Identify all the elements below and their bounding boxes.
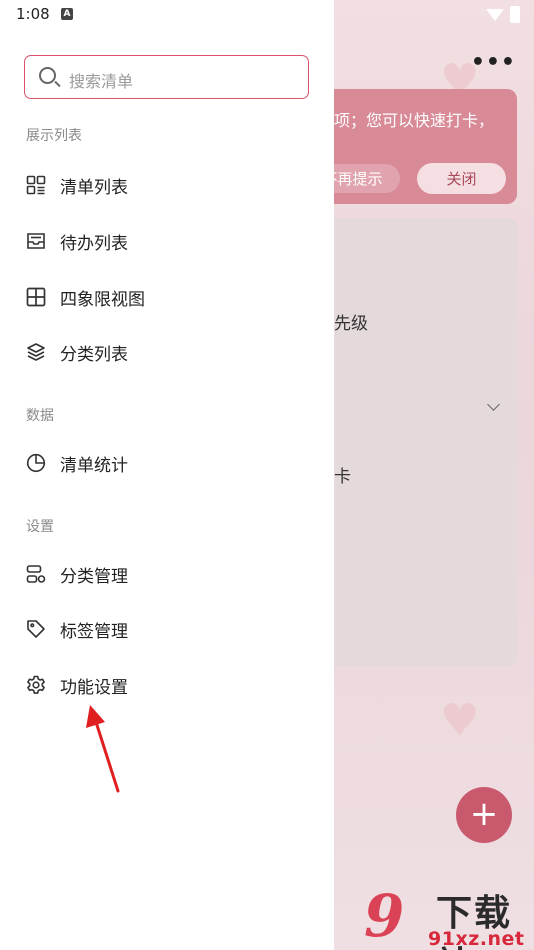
section-title-settings: 设置 <box>26 519 54 535</box>
menu-item-list[interactable]: 清单列表 <box>0 160 334 210</box>
section-title-display: 展示列表 <box>26 128 82 144</box>
more-icon[interactable]: ••• <box>471 50 516 75</box>
menu-item-label: 待办列表 <box>60 233 128 254</box>
menu-item-label: 标签管理 <box>60 621 128 642</box>
pie-chart-icon <box>26 453 46 473</box>
menu-item-tag-manage[interactable]: 标签管理 <box>0 604 334 654</box>
status-time: 1:08 <box>16 5 50 23</box>
watermark-logo: 9 <box>364 882 405 950</box>
menu-item-statistics[interactable]: 清单统计 <box>0 438 334 488</box>
menu-item-category[interactable]: 分类列表 <box>0 327 334 377</box>
menu-item-todo[interactable]: 待办列表 <box>0 216 334 266</box>
heart-decoration: ♥ <box>440 695 480 746</box>
battery-icon <box>510 6 520 23</box>
menu-item-quadrant[interactable]: 四象限视图 <box>0 272 334 322</box>
menu-item-label: 功能设置 <box>60 677 128 698</box>
layers-icon <box>26 342 46 362</box>
menu-item-function-settings[interactable]: 功能设置 <box>0 660 334 710</box>
menu-item-category-manage[interactable]: 分类管理 <box>0 549 334 599</box>
quadrant-icon <box>26 287 46 307</box>
search-placeholder: 搜索清单 <box>69 72 134 91</box>
notification-icon: A <box>61 8 73 20</box>
grid-list-icon <box>26 175 46 195</box>
checkin-text: 卡 <box>334 467 351 487</box>
menu-item-label: 四象限视图 <box>60 289 145 310</box>
menu-item-label: 分类列表 <box>60 344 128 365</box>
watermark-url: 91xz.net <box>428 928 525 950</box>
inbox-icon <box>26 231 46 251</box>
status-icons <box>486 6 520 23</box>
navigation-drawer: 1:08 A 搜索清单 展示列表 清单列表 待办列表 四象限视图 分类列表 数据 <box>0 0 334 950</box>
watermark: 9 下载站 91xz.net <box>362 880 534 950</box>
add-fab-button[interactable]: + <box>456 787 512 843</box>
section-title-data: 数据 <box>26 408 54 424</box>
gear-icon <box>26 675 46 695</box>
category-manage-icon <box>26 564 46 584</box>
wifi-icon <box>486 8 504 21</box>
close-banner-button[interactable]: 关闭 <box>417 163 506 194</box>
banner-text: 事项；您可以快速打卡， <box>318 111 495 130</box>
menu-item-label: 清单列表 <box>60 177 128 198</box>
tag-icon <box>26 619 46 639</box>
menu-item-label: 清单统计 <box>60 455 128 476</box>
menu-item-label: 分类管理 <box>60 566 128 587</box>
search-input[interactable]: 搜索清单 <box>24 55 309 99</box>
priority-text: 先级 <box>334 314 368 334</box>
search-icon <box>39 67 56 84</box>
